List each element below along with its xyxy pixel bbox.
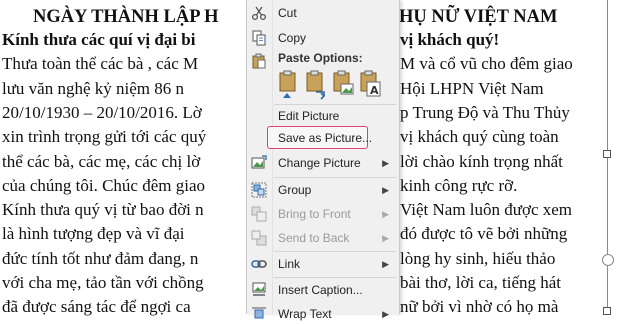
copy-icon xyxy=(252,30,266,46)
menu-item-save-as-picture[interactable]: Save as Picture... xyxy=(247,127,399,149)
menu-item-label: Bring to Front xyxy=(278,207,351,221)
context-menu: Cut Copy Paste Options: A Edit Picture S… xyxy=(246,0,400,321)
menu-item-label: Change Picture xyxy=(278,156,361,170)
paste-keep-text-only-icon[interactable]: A xyxy=(358,70,382,100)
menu-item-wrap-text[interactable]: Wrap Text ▶ xyxy=(247,303,399,325)
menu-item-label: Cut xyxy=(278,6,297,20)
paste-options-header: Paste Options: xyxy=(278,51,363,65)
menu-item-send-to-back[interactable]: Send to Back ▶ xyxy=(247,227,399,249)
menu-item-edit-picture[interactable]: Edit Picture xyxy=(247,105,399,127)
submenu-arrow-icon: ▶ xyxy=(382,158,389,168)
insert-caption-icon xyxy=(252,282,266,296)
submenu-arrow-icon: ▶ xyxy=(382,233,389,243)
menu-item-label: Send to Back xyxy=(278,231,350,245)
menu-item-bring-to-front[interactable]: Bring to Front ▶ xyxy=(247,203,399,225)
clipboard-icon xyxy=(252,53,266,69)
menu-item-label: Link xyxy=(278,257,301,271)
submenu-arrow-icon: ▶ xyxy=(382,209,389,219)
menu-item-label: Edit Picture xyxy=(278,109,340,123)
menu-item-group[interactable]: Group ▶ xyxy=(247,179,399,201)
menu-item-cut[interactable]: Cut xyxy=(247,2,399,24)
change-picture-icon xyxy=(251,155,267,169)
bring-to-front-icon xyxy=(251,206,267,222)
menu-item-label: Copy xyxy=(278,31,307,45)
menu-item-change-picture[interactable]: Change Picture ▶ xyxy=(247,152,399,174)
submenu-arrow-icon: ▶ xyxy=(382,309,389,319)
wrap-text-icon xyxy=(252,307,266,319)
scissors-icon xyxy=(251,6,267,21)
resize-handle[interactable] xyxy=(603,150,611,158)
menu-item-label: Save as Picture... xyxy=(278,131,373,145)
menu-separator xyxy=(274,277,396,278)
paste-keep-source-icon[interactable] xyxy=(277,70,301,100)
paste-merge-format-icon[interactable] xyxy=(304,70,328,100)
rotate-handle[interactable] xyxy=(602,254,614,266)
menu-item-label: Insert Caption... xyxy=(278,283,363,297)
menu-item-copy[interactable]: Copy xyxy=(247,27,399,49)
menu-item-label: Group xyxy=(278,183,312,197)
menu-separator xyxy=(274,251,396,252)
svg-text:A: A xyxy=(370,84,379,97)
menu-item-label: Wrap Text xyxy=(278,307,332,321)
menu-separator xyxy=(274,177,396,178)
menu-item-insert-caption[interactable]: Insert Caption... xyxy=(247,279,399,301)
menu-item-link[interactable]: Link ▶ xyxy=(247,253,399,275)
link-icon xyxy=(251,260,267,268)
submenu-arrow-icon: ▶ xyxy=(382,259,389,269)
group-icon xyxy=(251,182,267,198)
submenu-arrow-icon: ▶ xyxy=(382,185,389,195)
send-to-back-icon xyxy=(251,230,267,246)
paste-picture-icon[interactable] xyxy=(331,70,355,100)
